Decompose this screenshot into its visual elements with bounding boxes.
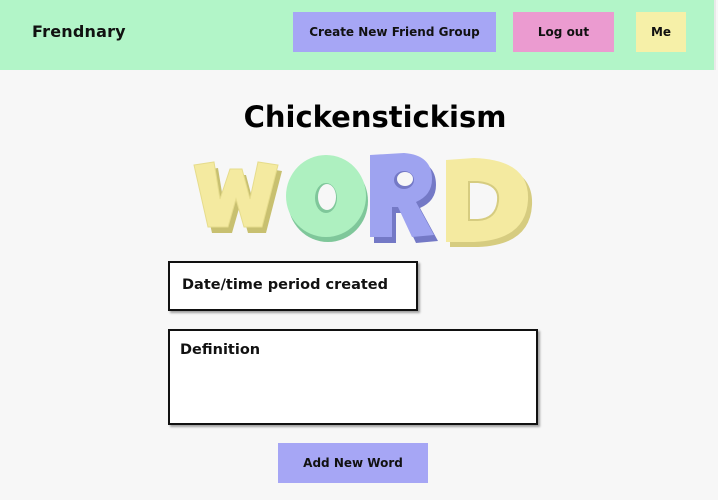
date-created-label: Date/time period created [182,277,389,293]
brand-logo[interactable]: Frendnary [32,22,126,41]
navbar: Frendnary Create New Friend Group Log ou… [0,0,714,70]
create-friend-group-button[interactable]: Create New Friend Group [293,12,496,52]
word-art-image [186,150,536,250]
definition-field[interactable]: Definition [168,329,538,425]
logout-button[interactable]: Log out [513,12,614,52]
definition-label: Definition [180,342,261,358]
date-created-field[interactable]: Date/time period created [168,261,418,311]
word-art-letter-o [286,155,368,242]
page-title: Chickenstickism [243,100,507,134]
word-art-letter-r [370,153,438,243]
me-button[interactable]: Me [636,12,686,52]
word-art-letter-d [446,158,533,247]
add-new-word-button[interactable]: Add New Word [278,443,428,483]
word-art-letter-w [193,161,282,233]
